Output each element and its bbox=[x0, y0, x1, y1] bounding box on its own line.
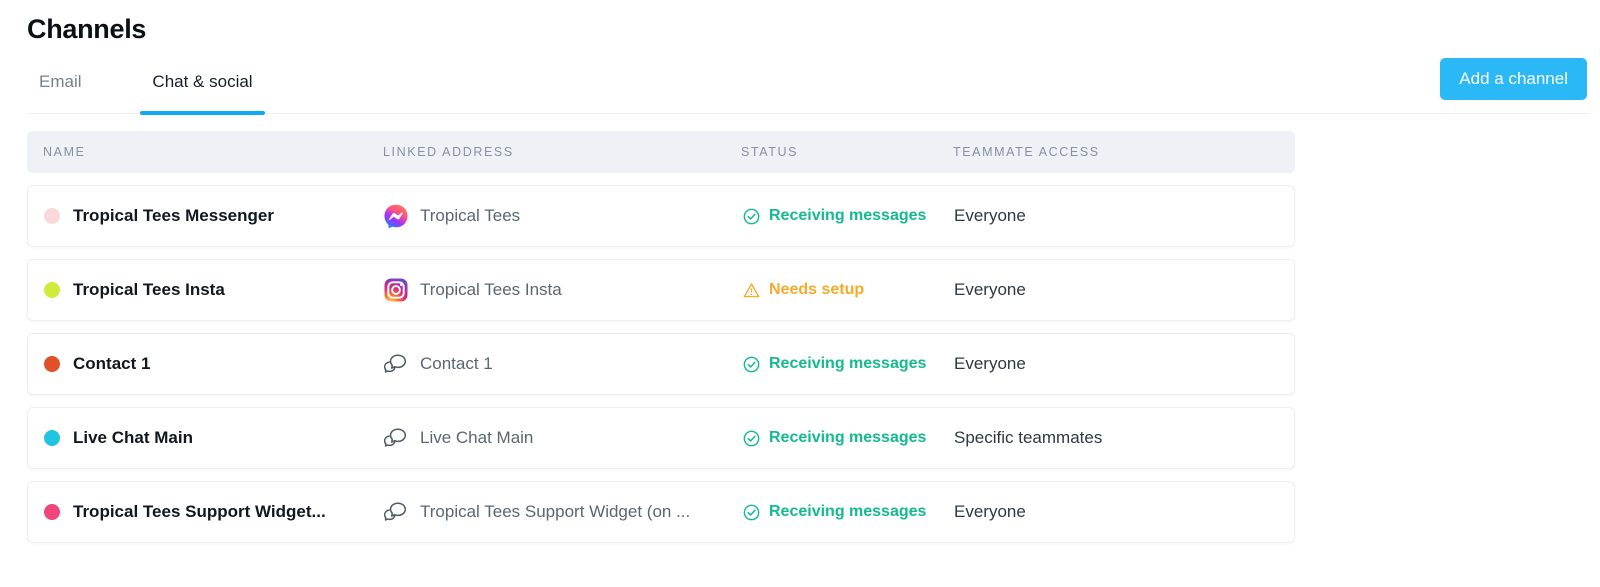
linked-address-text: Tropical Tees Insta bbox=[420, 280, 562, 299]
cell-name: Tropical Tees Support Widget... bbox=[44, 502, 384, 522]
teammate-access-value: Everyone bbox=[954, 502, 1026, 521]
channel-color-dot bbox=[44, 282, 60, 298]
channel-color-dot bbox=[44, 356, 60, 372]
table-row[interactable]: Live Chat Main Live Chat Main Receiving me… bbox=[27, 407, 1295, 469]
cell-name: Live Chat Main bbox=[44, 428, 384, 448]
warning-triangle-icon bbox=[742, 281, 760, 299]
chat-bubble-icon bbox=[384, 426, 408, 450]
tab-chat-and-social[interactable]: Chat & social bbox=[140, 62, 265, 115]
cell-teammate-access: Everyone bbox=[954, 354, 1294, 374]
channel-color-dot bbox=[44, 208, 60, 224]
cell-name: Contact 1 bbox=[44, 354, 384, 374]
cell-status: Receiving messages bbox=[742, 207, 954, 225]
cell-teammate-access: Everyone bbox=[954, 280, 1294, 300]
table-header-row: Name Linked address Status Teammate acce… bbox=[27, 131, 1295, 173]
status-badge: Receiving messages bbox=[769, 429, 927, 446]
cell-name: Tropical Tees Messenger bbox=[44, 206, 384, 226]
status-badge: Receiving messages bbox=[769, 207, 927, 224]
column-header-status: Status bbox=[741, 145, 799, 159]
page-title: Channels bbox=[27, 14, 147, 44]
status-badge: Receiving messages bbox=[769, 503, 927, 520]
table-row[interactable]: Tropical Tees Support Widget... Tropical … bbox=[27, 481, 1295, 543]
table-row[interactable]: Tropical Tees Messenger Tropical Tees Rece… bbox=[27, 185, 1295, 247]
channel-color-dot bbox=[44, 430, 60, 446]
channel-name: Contact 1 bbox=[73, 354, 151, 373]
tab-email[interactable]: Email bbox=[27, 62, 94, 114]
teammate-access-value: Everyone bbox=[954, 206, 1026, 225]
teammate-access-value: Specific teammates bbox=[954, 428, 1103, 447]
table-row[interactable]: Tropical Tees Insta Tropical Tees Insta Ne… bbox=[27, 259, 1295, 321]
channel-name: Tropical Tees Support Widget... bbox=[73, 502, 326, 521]
check-circle-icon bbox=[742, 355, 760, 373]
channel-color-dot bbox=[44, 504, 60, 520]
cell-linked-address: Live Chat Main bbox=[384, 426, 742, 450]
cell-status: Needs setup bbox=[742, 281, 954, 299]
linked-address-text: Live Chat Main bbox=[420, 428, 534, 447]
column-header-linked-address: Linked address bbox=[383, 145, 514, 159]
cell-linked-address: Tropical Tees bbox=[384, 204, 742, 228]
status-badge: Receiving messages bbox=[769, 355, 927, 372]
channels-page: Channels Email Chat & social Add a chann… bbox=[0, 0, 1600, 587]
cell-status: Receiving messages bbox=[742, 503, 954, 521]
cell-teammate-access: Specific teammates bbox=[954, 428, 1294, 448]
check-circle-icon bbox=[742, 429, 760, 447]
teammate-access-value: Everyone bbox=[954, 354, 1026, 373]
check-circle-icon bbox=[742, 207, 760, 225]
channels-table: Name Linked address Status Teammate acce… bbox=[27, 131, 1295, 543]
column-header-name: Name bbox=[43, 145, 86, 159]
channel-name: Live Chat Main bbox=[73, 428, 193, 447]
cell-linked-address: Contact 1 bbox=[384, 352, 742, 376]
table-body: Tropical Tees Messenger Tropical Tees Rece… bbox=[27, 185, 1295, 543]
check-circle-icon bbox=[742, 503, 760, 521]
status-badge: Needs setup bbox=[769, 281, 865, 298]
cell-teammate-access: Everyone bbox=[954, 206, 1294, 226]
column-header-teammate-access: Teammate access bbox=[953, 145, 1100, 159]
channel-name: Tropical Tees Insta bbox=[73, 280, 225, 299]
linked-address-text: Contact 1 bbox=[420, 354, 493, 373]
add-a-channel-button[interactable]: Add a channel bbox=[1440, 58, 1587, 100]
chat-bubble-icon bbox=[384, 500, 408, 524]
cell-linked-address: Tropical Tees Insta bbox=[384, 278, 742, 302]
table-row[interactable]: Contact 1 Contact 1 Receiving messages Ever… bbox=[27, 333, 1295, 395]
channel-name: Tropical Tees Messenger bbox=[73, 206, 274, 225]
cell-linked-address: Tropical Tees Support Widget (on ... bbox=[384, 500, 742, 524]
cell-status: Receiving messages bbox=[742, 355, 954, 373]
chat-bubble-icon bbox=[384, 352, 408, 376]
linked-address-text: Tropical Tees bbox=[420, 206, 521, 225]
cell-status: Receiving messages bbox=[742, 429, 954, 447]
cell-teammate-access: Everyone bbox=[954, 502, 1294, 522]
instagram-icon bbox=[384, 278, 408, 302]
messenger-icon bbox=[384, 204, 408, 228]
linked-address-text: Tropical Tees Support Widget (on ... bbox=[420, 502, 691, 521]
cell-name: Tropical Tees Insta bbox=[44, 280, 384, 300]
tab-bar: Email Chat & social bbox=[27, 62, 1590, 115]
teammate-access-value: Everyone bbox=[954, 280, 1026, 299]
